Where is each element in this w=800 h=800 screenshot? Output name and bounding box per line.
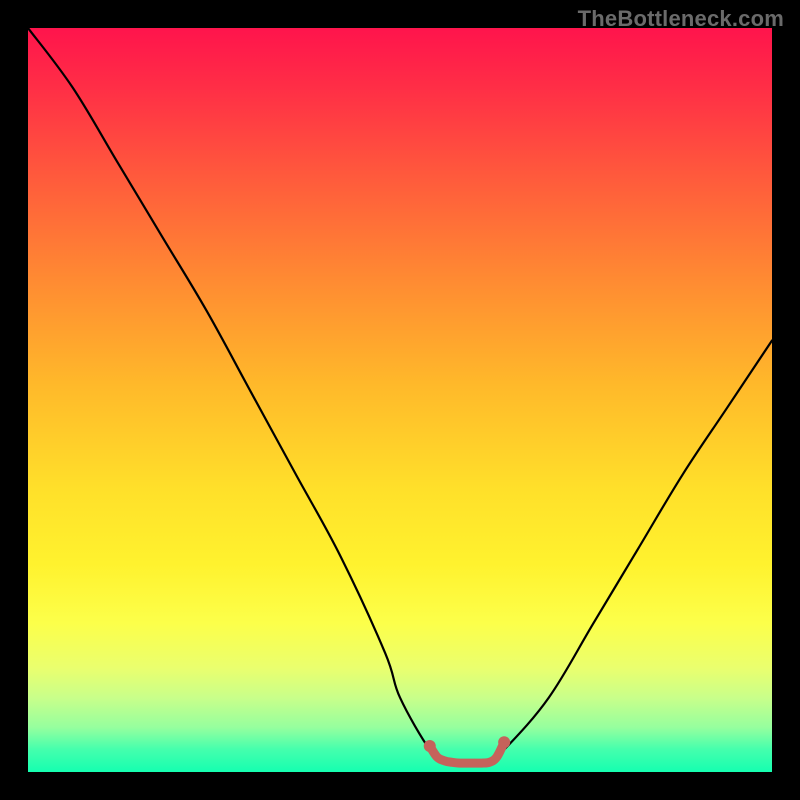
plateau-dot bbox=[428, 742, 432, 746]
watermark-text: TheBottleneck.com bbox=[578, 6, 784, 32]
plateau-dot bbox=[487, 758, 491, 762]
curve-svg bbox=[28, 28, 772, 772]
bottleneck-curve bbox=[28, 28, 772, 762]
plot-area bbox=[28, 28, 772, 772]
plateau-dot bbox=[502, 738, 506, 742]
plateau-dot bbox=[442, 757, 446, 761]
optimal-plateau bbox=[430, 742, 504, 763]
chart-frame: TheBottleneck.com bbox=[0, 0, 800, 800]
plateau-dot bbox=[457, 759, 461, 763]
plateau-dot bbox=[472, 759, 476, 763]
